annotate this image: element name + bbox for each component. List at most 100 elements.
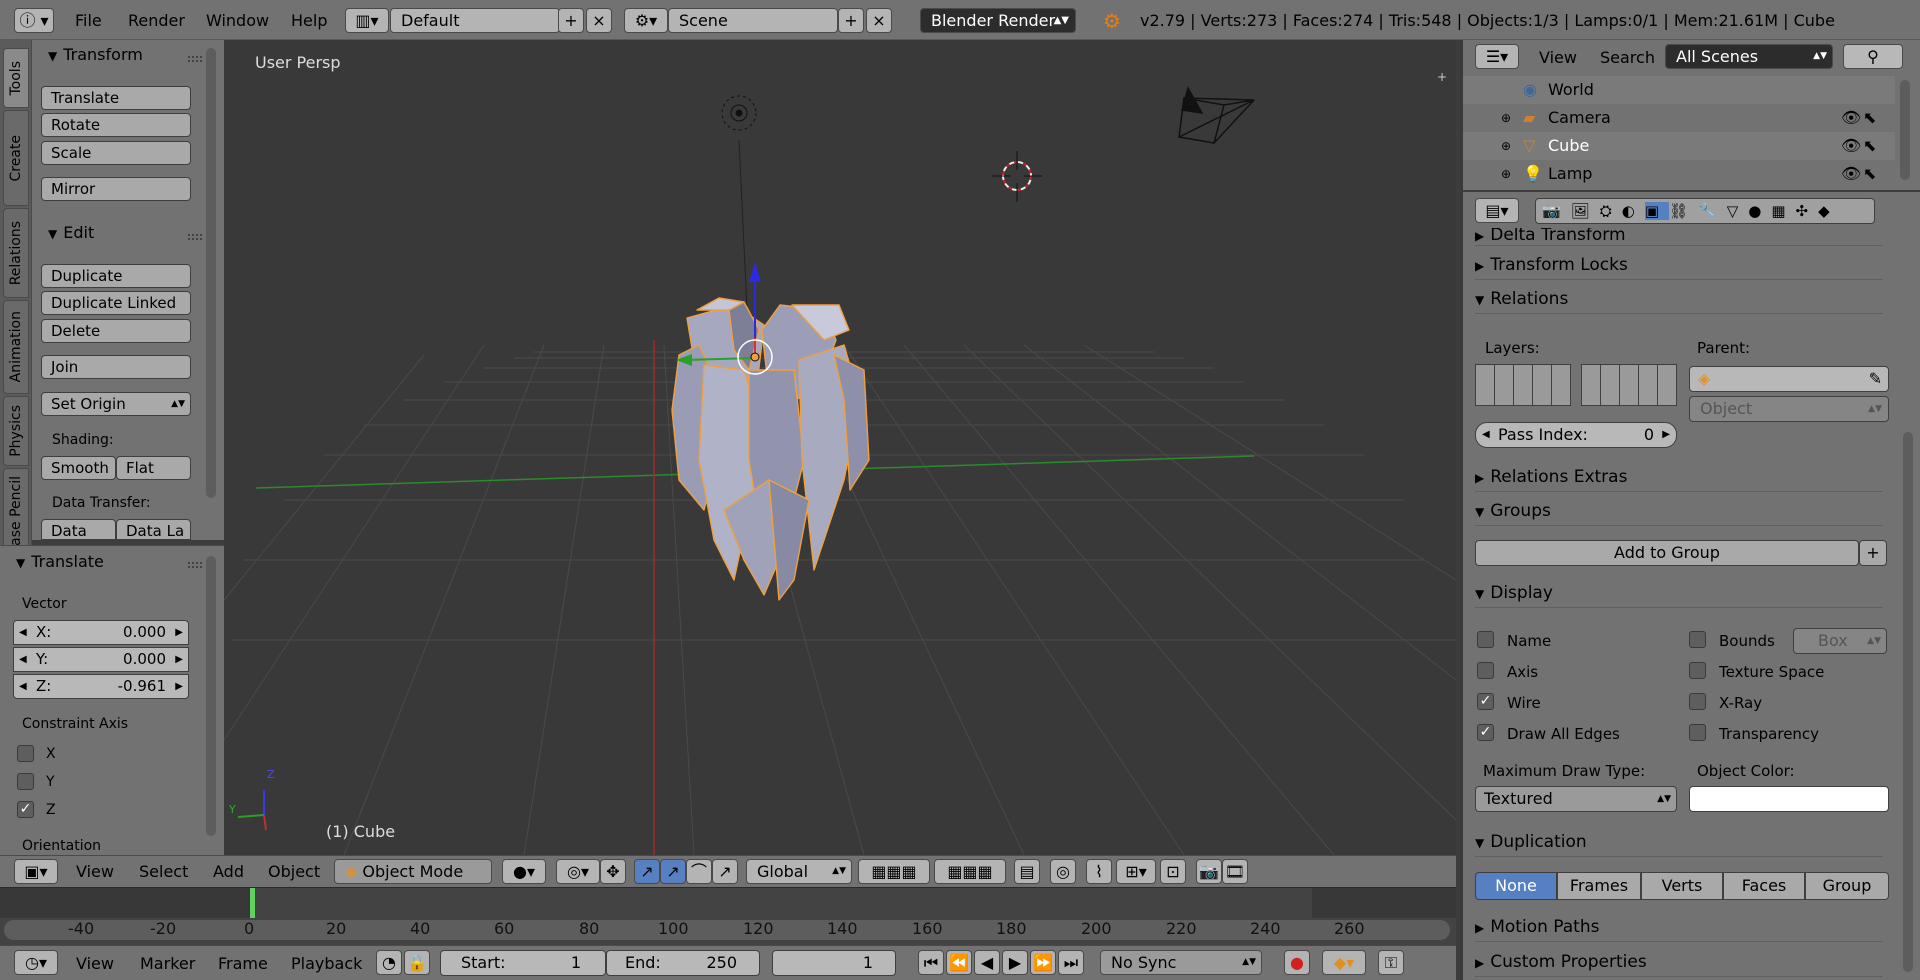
cube-mesh[interactable]: [671, 297, 870, 601]
edit-panel-header[interactable]: ▼ Edit: [48, 223, 94, 242]
menu-view[interactable]: View: [76, 856, 114, 888]
render-still-icon[interactable]: 📷: [1196, 859, 1222, 884]
display-axis-checkbox[interactable]: [1477, 662, 1494, 679]
outliner-scrollbar[interactable]: [1900, 80, 1910, 180]
bounds-type-select[interactable]: Box ▲▼: [1793, 628, 1887, 654]
section-relations[interactable]: ▼ Relations: [1475, 284, 1883, 314]
curve-manipulator-icon[interactable]: ⌒: [686, 859, 712, 884]
properties-context-tabs[interactable]: 📷🖼⛭◐▣⛓🔧▽●▦✣◆: [1535, 198, 1875, 224]
menu-marker[interactable]: Marker: [140, 948, 195, 980]
sync-mode-select[interactable]: No Sync ▲▼: [1100, 950, 1262, 975]
editor-type-icon[interactable]: ▤▾: [1475, 198, 1519, 223]
vector-z-field[interactable]: ◀ Z: -0.961 ▶: [13, 674, 189, 699]
section-custom-properties[interactable]: ▶ Custom Properties: [1475, 947, 1883, 977]
keying-set-icon[interactable]: ◆▾: [1322, 950, 1366, 975]
scale-manipulator-icon[interactable]: ↗: [712, 859, 738, 884]
menu-frame[interactable]: Frame: [218, 948, 268, 980]
add-to-group-button[interactable]: Add to Group: [1475, 540, 1859, 566]
section-duplication[interactable]: ▼ Duplication: [1475, 827, 1883, 857]
rotate-button[interactable]: Rotate: [41, 113, 191, 137]
constraint-z-checkbox[interactable]: ✓: [17, 801, 34, 818]
camera-icon[interactable]: [1178, 86, 1255, 144]
proportional-edit-icon[interactable]: ◎: [1050, 859, 1076, 884]
current-frame-field[interactable]: 1: [772, 950, 896, 976]
timeline[interactable]: -40 -20 0 20 40 60 80 100 120 140 160 18…: [0, 887, 1456, 945]
xray-checkbox[interactable]: [1689, 693, 1706, 710]
search-icon[interactable]: ⚲: [1843, 44, 1903, 69]
duplication-faces-button[interactable]: Faces: [1723, 872, 1805, 900]
editor-type-icon[interactable]: ☰▾: [1475, 44, 1519, 69]
select-arrow-icon[interactable]: ⬉: [1863, 104, 1876, 132]
scene-select[interactable]: Scene: [668, 8, 838, 33]
viewport-shading-icon[interactable]: ●▾: [502, 859, 546, 884]
display-wire-checkbox[interactable]: ✓: [1477, 693, 1494, 710]
tool-shelf-scrollbar[interactable]: [206, 48, 216, 498]
scale-button[interactable]: Scale: [41, 141, 191, 165]
display-name-checkbox[interactable]: [1477, 631, 1494, 648]
section-delta-transform[interactable]: ▶ Delta Transform: [1475, 228, 1883, 246]
jump-start-icon[interactable]: ⏮: [918, 950, 944, 975]
shade-flat-button[interactable]: Flat: [116, 456, 191, 480]
3d-cursor-icon[interactable]: [992, 151, 1042, 202]
outliner-row-cube[interactable]: ⊕ ▽ Cube 👁 ⬉: [1463, 132, 1895, 160]
jump-end-icon[interactable]: ⏭: [1058, 950, 1084, 975]
tab-create[interactable]: Create: [3, 110, 29, 206]
set-origin-select[interactable]: Set Origin ▲▼: [41, 392, 191, 416]
menu-object[interactable]: Object: [268, 856, 320, 888]
tab-physics[interactable]: Physics: [3, 396, 29, 466]
object-color-swatch[interactable]: [1689, 786, 1889, 812]
3d-viewport[interactable]: User Persp (1) Cube Z Y +: [224, 40, 1456, 855]
select-arrow-icon[interactable]: ⬉: [1863, 132, 1876, 160]
remove-layout-icon[interactable]: ×: [586, 8, 612, 33]
rotate-manipulator-icon[interactable]: ↗: [660, 859, 686, 884]
scene-layers-grid-b[interactable]: [1581, 364, 1677, 406]
scene-icon[interactable]: ⚙▾: [624, 8, 668, 33]
display-bounds-checkbox[interactable]: [1689, 631, 1706, 648]
outliner-row-world[interactable]: ◉ World: [1463, 76, 1895, 104]
delete-button[interactable]: Delete: [41, 319, 191, 343]
new-group-icon[interactable]: +: [1859, 540, 1887, 566]
play-icon[interactable]: ▶: [1002, 950, 1028, 975]
mirror-button[interactable]: Mirror: [41, 177, 191, 201]
lock-icon[interactable]: 🔒: [404, 950, 430, 975]
duplication-verts-button[interactable]: Verts: [1641, 872, 1723, 900]
render-anim-icon[interactable]: 🎞: [1222, 859, 1248, 884]
section-groups[interactable]: ▼ Groups: [1475, 496, 1883, 526]
pass-index-field[interactable]: ◀ Pass Index: 0 ▶: [1475, 422, 1677, 448]
drag-grip-icon[interactable]: [188, 562, 202, 568]
outliner-row-camera[interactable]: ⊕ ▰ Camera 👁 ⬉: [1463, 104, 1895, 132]
vector-y-field[interactable]: ◀ Y: 0.000 ▶: [13, 647, 189, 672]
menu-file[interactable]: File: [75, 0, 102, 40]
tab-tools[interactable]: Tools: [3, 48, 29, 108]
screen-layout-icon[interactable]: ▥▾: [345, 8, 389, 33]
layer-lock-icon[interactable]: ▤: [1014, 859, 1040, 884]
section-relations-extras[interactable]: ▶ Relations Extras: [1475, 462, 1883, 492]
snap-target-icon[interactable]: ⊡: [1160, 859, 1186, 884]
duplication-frames-button[interactable]: Frames: [1557, 872, 1641, 900]
duplication-none-button[interactable]: None: [1475, 872, 1557, 900]
transform-orientation-select[interactable]: Global ▲▼: [746, 859, 852, 884]
add-layout-icon[interactable]: +: [558, 8, 584, 33]
data-transfer-button[interactable]: Data: [41, 519, 116, 540]
vector-x-field[interactable]: ◀ X: 0.000 ▶: [13, 620, 189, 645]
snap-element-icon[interactable]: ⊞▾: [1116, 859, 1156, 884]
visibility-eye-icon[interactable]: 👁: [1841, 160, 1861, 188]
timeline-scrollbar[interactable]: [4, 920, 1450, 940]
join-button[interactable]: Join: [41, 355, 191, 379]
lamp-icon[interactable]: [721, 95, 757, 131]
manipulator-toggle-icon[interactable]: ✥: [600, 859, 626, 884]
translate-button[interactable]: Translate: [41, 86, 191, 110]
viewport-corner-plus-icon[interactable]: +: [1437, 70, 1447, 84]
record-icon[interactable]: ●: [1284, 950, 1310, 975]
parent-field[interactable]: ◈ ✎: [1689, 366, 1889, 392]
transparency-checkbox[interactable]: [1689, 724, 1706, 741]
outliner-row-lamp[interactable]: ⊕ 💡 Lamp 👁 ⬉: [1463, 160, 1895, 188]
start-frame-field[interactable]: Start: 1: [440, 950, 606, 976]
menu-render[interactable]: Render: [128, 0, 185, 40]
tab-animation[interactable]: Animation: [3, 300, 29, 394]
current-frame-marker[interactable]: [250, 888, 255, 918]
draw-all-edges-checkbox[interactable]: ✓: [1477, 724, 1494, 741]
editor-type-icon[interactable]: ◷▾: [14, 950, 58, 975]
menu-window[interactable]: Window: [206, 0, 269, 40]
duplication-group-button[interactable]: Group: [1805, 872, 1889, 900]
